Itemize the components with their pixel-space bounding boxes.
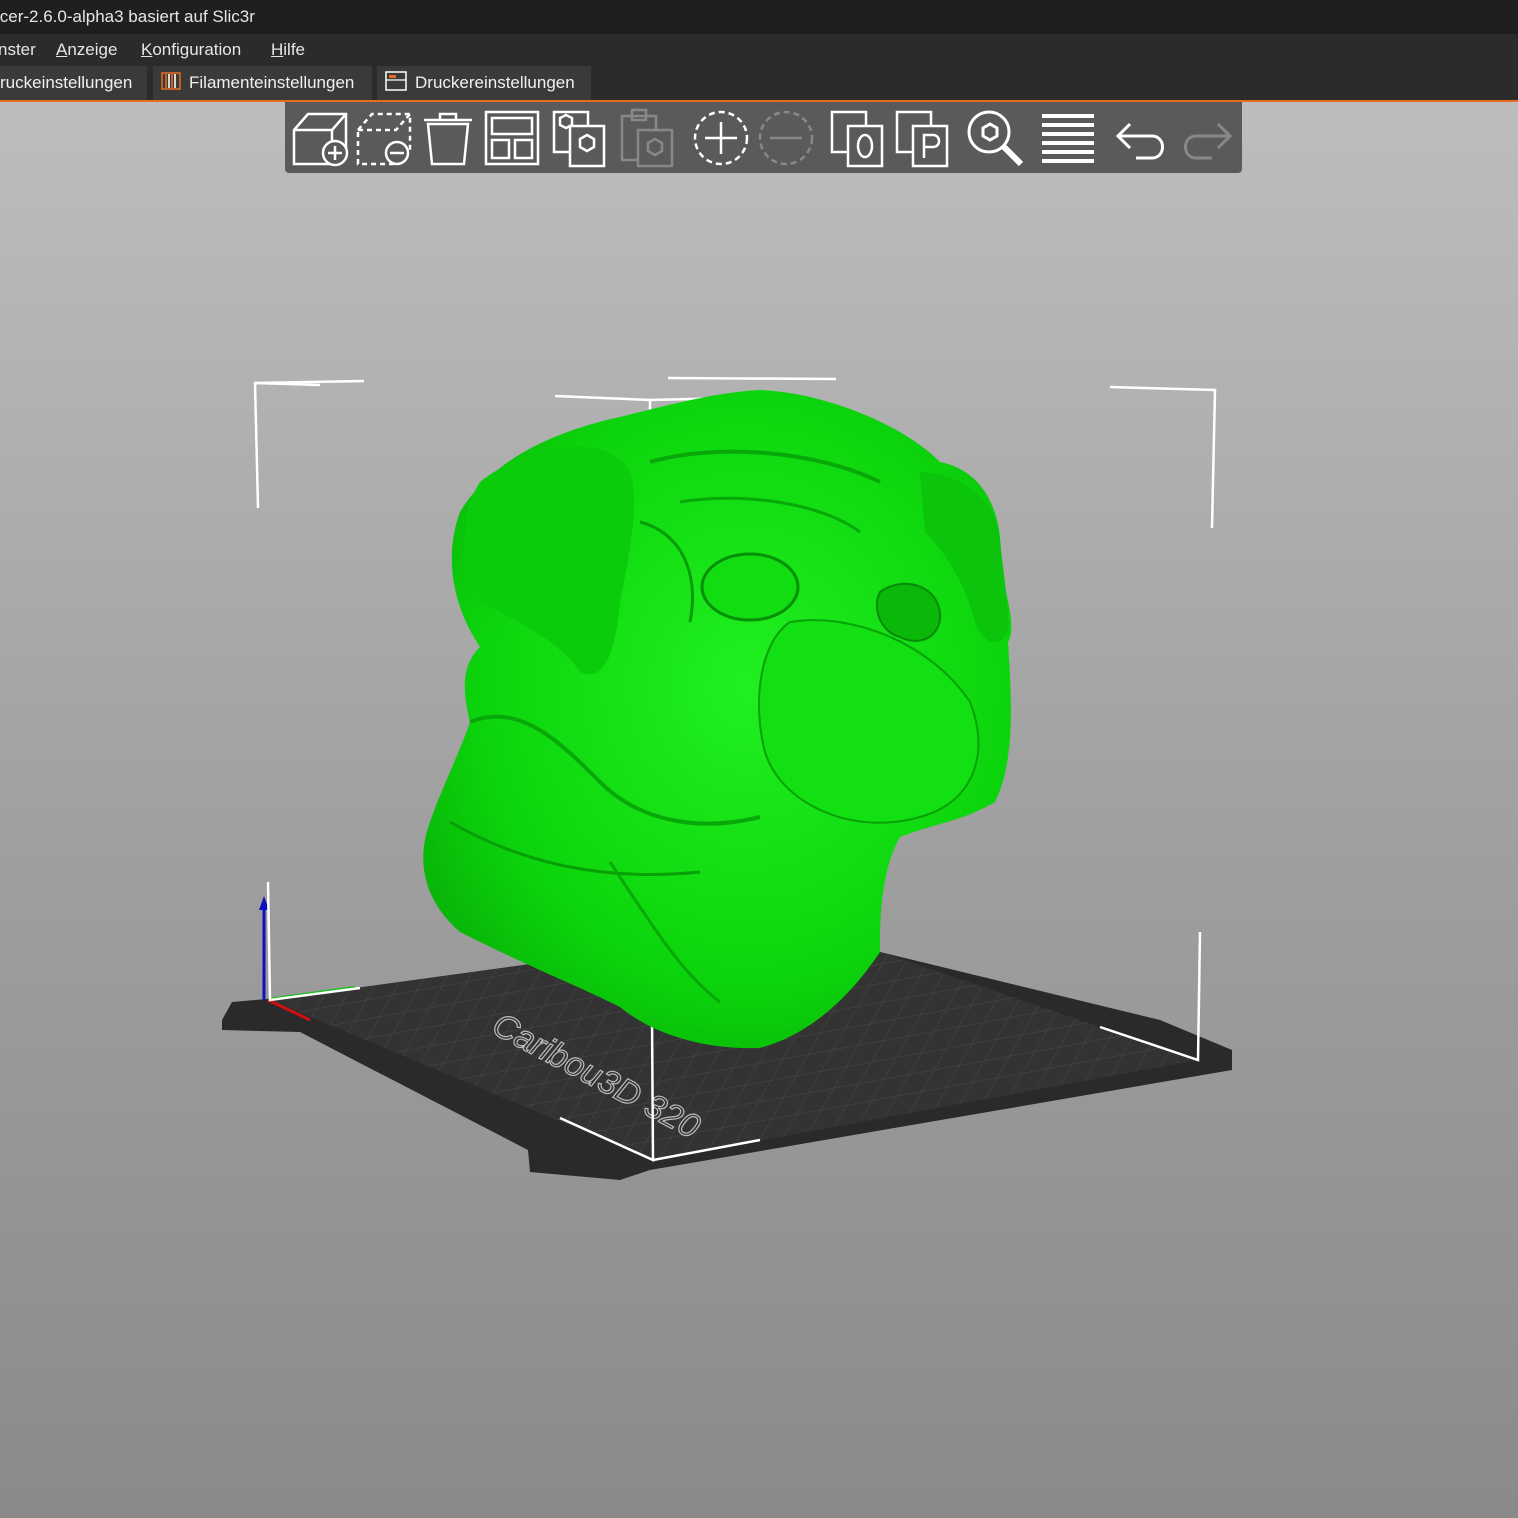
menu-konfiguration-accel: K — [141, 40, 153, 59]
menu-konfiguration[interactable]: Konfiguration — [141, 40, 241, 60]
layers-icon[interactable] — [1036, 106, 1100, 170]
copy-icon[interactable] — [548, 106, 612, 170]
title-bar: icer-2.6.0-alpha3 basiert auf Slic3r — [0, 0, 1518, 34]
undo-icon[interactable] — [1110, 106, 1174, 170]
pug-head-model[interactable] — [423, 390, 1012, 1049]
add-cube-icon[interactable] — [288, 106, 352, 170]
tab-label: Druckereinstellungen — [415, 73, 575, 92]
delete-selection-icon[interactable] — [352, 106, 416, 170]
split-objects-icon[interactable] — [826, 106, 890, 170]
tab-druckeinstellungen[interactable]: ruckeinstellungen — [0, 66, 147, 100]
filament-icon — [161, 71, 181, 96]
minus-circle-icon[interactable] — [754, 106, 818, 170]
tab-bar: ruckeinstellungen Filamenteinstellungen … — [0, 66, 1518, 102]
tab-filamenteinstellungen[interactable]: Filamenteinstellungen — [153, 66, 372, 100]
menu-anzeige-accel: A — [56, 40, 68, 59]
printer-icon — [385, 70, 407, 96]
3d-viewport[interactable]: Caribou3D 320 — [0, 102, 1518, 1518]
paste-icon[interactable] — [616, 106, 680, 170]
redo-icon[interactable] — [1174, 106, 1238, 170]
trash-icon[interactable] — [416, 106, 480, 170]
menu-konfiguration-rest: onfiguration — [152, 40, 242, 59]
3d-scene[interactable]: Caribou3D 320 — [0, 102, 1518, 1518]
plus-circle-icon[interactable] — [689, 106, 753, 170]
menu-hilfe[interactable]: Hilfe — [271, 40, 305, 60]
search-icon[interactable] — [963, 106, 1027, 170]
menu-bar: nster Anzeige Konfiguration Hilfe — [0, 34, 1518, 66]
tab-label: ruckeinstellungen — [0, 73, 133, 92]
split-parts-icon[interactable] — [891, 106, 955, 170]
menu-hilfe-accel: H — [271, 40, 284, 59]
menu-anzeige[interactable]: Anzeige — [56, 40, 117, 60]
tab-label: Filamenteinstellungen — [189, 73, 355, 92]
tab-druckereinstellungen[interactable]: Druckereinstellungen — [377, 66, 591, 100]
menu-hilfe-rest: ilfe — [283, 40, 306, 59]
arrange-icon[interactable] — [480, 106, 544, 170]
menu-anzeige-rest: nzeige — [67, 40, 118, 59]
main-toolbar — [285, 102, 1242, 173]
menu-fenster[interactable]: nster — [0, 40, 36, 60]
window-title: icer-2.6.0-alpha3 basiert auf Slic3r — [0, 7, 255, 26]
